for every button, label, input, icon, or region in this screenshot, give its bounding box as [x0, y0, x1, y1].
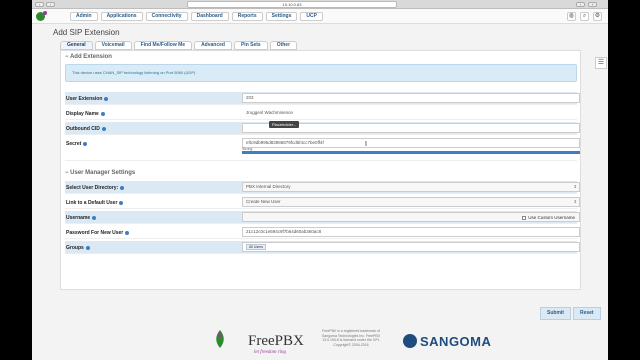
outbound-cid-row: Outbound CID: [65, 122, 580, 135]
default-user-select[interactable]: Create New User ⇕: [242, 197, 580, 207]
freepbx-wordmark: FreePBX: [248, 333, 304, 349]
list-menu-icon[interactable]: ☰: [595, 57, 607, 69]
top-navbar: Admin Applications Connectivity Dashboar…: [32, 9, 608, 24]
help-icon[interactable]: [104, 96, 109, 101]
password-label: Password For New User: [66, 230, 130, 236]
browser-titlebar: ‹ › 10.10.0.63 ↑ +: [32, 0, 608, 9]
menu-admin[interactable]: Admin: [70, 12, 98, 21]
menu-ucp[interactable]: UCP: [300, 12, 323, 21]
chevron-down-icon: ⇕: [573, 199, 577, 204]
search-icon[interactable]: ⌕: [580, 12, 589, 21]
help-icon[interactable]: [119, 200, 124, 205]
menu-connectivity[interactable]: Connectivity: [145, 12, 188, 21]
display-name-row: Display Name Jruggenl Wachminence: [65, 107, 580, 120]
form-actions: Submit Reset: [540, 307, 601, 320]
menu-reports[interactable]: Reports: [231, 12, 263, 21]
user-directory-select[interactable]: PBX Internal Directory ⇕: [242, 182, 580, 192]
group-tag[interactable]: All Users: [246, 244, 267, 250]
help-icon[interactable]: [83, 141, 88, 146]
password-row: Password For New User 21c12c0c1e594c9f7b…: [65, 226, 580, 239]
tab-find-me-follow-me[interactable]: Find Me/Follow Me: [133, 41, 193, 50]
help-icon[interactable]: [92, 215, 97, 220]
logo-accent: [43, 11, 47, 15]
extension-form: − Add Extension This device uses CHAN_SI…: [60, 50, 581, 290]
sangoma-logo-icon: [403, 334, 417, 348]
groups-multiselect[interactable]: All Users: [242, 242, 580, 252]
help-icon[interactable]: [101, 126, 106, 131]
outbound-cid-label: Outbound CID: [66, 126, 106, 132]
checkbox-icon: [522, 215, 527, 220]
groups-row: Groups All Users: [65, 241, 580, 254]
secret-row: Secret eftc9db995d83986879fcd5f4cc7be0ff…: [65, 137, 580, 161]
back-icon[interactable]: ‹: [35, 2, 44, 7]
help-icon[interactable]: [125, 230, 130, 235]
reset-button[interactable]: Reset: [572, 307, 601, 320]
app-screen: ‹ › 10.10.0.63 ↑ + Admin Applications Co…: [32, 0, 608, 360]
user-manager-heading[interactable]: − User Manager Settings: [65, 170, 135, 176]
menu-settings[interactable]: Settings: [265, 12, 298, 21]
gear-icon[interactable]: ⚙: [593, 12, 602, 21]
tab-advanced[interactable]: Advanced: [194, 41, 232, 50]
page-title: Add SIP Extension: [53, 28, 120, 37]
freepbx-leaf-icon: [216, 330, 224, 348]
display-name-label: Display Name: [66, 111, 105, 117]
password-input[interactable]: 21c12c0c1e594c9f7b64d60ab360ac8: [242, 227, 580, 237]
password-strength-bar: [242, 151, 580, 154]
username-label: Username: [66, 215, 97, 221]
display-name-input[interactable]: Jruggenl Wachminence: [242, 108, 580, 118]
user-extension-row: User Extension 203: [65, 92, 580, 105]
submit-button[interactable]: Submit: [540, 307, 571, 320]
default-user-row: Link to a Default User Create New User ⇕: [65, 196, 580, 209]
tab-pin-sets[interactable]: Pin Sets: [233, 41, 268, 50]
form-tabs: General Voicemail Find Me/Follow Me Adva…: [60, 41, 298, 50]
user-directory-label: Select User Directory:: [66, 185, 125, 191]
user-extension-label: User Extension: [66, 96, 109, 102]
default-user-label: Link to a Default User: [66, 200, 124, 206]
chevron-down-icon: ⇕: [573, 184, 577, 189]
sangoma-wordmark: SANGOMA: [420, 334, 492, 349]
legal-text: FreePBX is a registered trademark of San…: [321, 329, 381, 347]
custom-username-checkbox[interactable]: Use Custom Username: [522, 214, 575, 222]
globe-icon[interactable]: ◍: [567, 12, 576, 21]
forward-icon[interactable]: ›: [46, 2, 55, 7]
groups-label: Groups: [66, 245, 90, 251]
tab-other[interactable]: Other: [269, 41, 298, 50]
freepbx-tagline: let freedom ring: [254, 350, 287, 355]
main-menu: Admin Applications Connectivity Dashboar…: [70, 12, 323, 21]
menu-applications[interactable]: Applications: [100, 12, 143, 21]
add-extension-heading[interactable]: − Add Extension: [65, 54, 112, 60]
tabs-icon[interactable]: +: [588, 2, 597, 7]
tab-voicemail[interactable]: Voicemail: [94, 41, 132, 50]
help-icon[interactable]: [120, 185, 125, 190]
tab-general[interactable]: General: [60, 41, 93, 50]
secret-label: Secret: [66, 141, 88, 147]
username-row: Username Use Custom Username: [65, 211, 580, 224]
user-directory-row: Select User Directory: PBX Internal Dire…: [65, 181, 580, 194]
help-icon[interactable]: [100, 111, 105, 116]
text-cursor-icon: I: [365, 141, 367, 148]
help-icon[interactable]: [85, 245, 90, 250]
autocomplete-tooltip: Placeholder...: [269, 121, 300, 128]
secret-input[interactable]: eftc9db995d83986879fcd5f4cc7be0ff4f: [242, 138, 580, 148]
menu-dashboard[interactable]: Dashboard: [190, 12, 229, 21]
nav-tools: ◍ ⌕ ⚙: [567, 12, 602, 21]
user-extension-input[interactable]: 203: [242, 93, 580, 103]
address-bar[interactable]: 10.10.0.63: [187, 1, 397, 8]
username-input[interactable]: Use Custom Username: [242, 212, 580, 222]
share-icon[interactable]: ↑: [576, 2, 585, 7]
info-alert: This device uses CHAN_SIP technology lis…: [65, 64, 577, 82]
page-footer: FreePBX let freedom ring FreePBX is a re…: [32, 322, 608, 360]
